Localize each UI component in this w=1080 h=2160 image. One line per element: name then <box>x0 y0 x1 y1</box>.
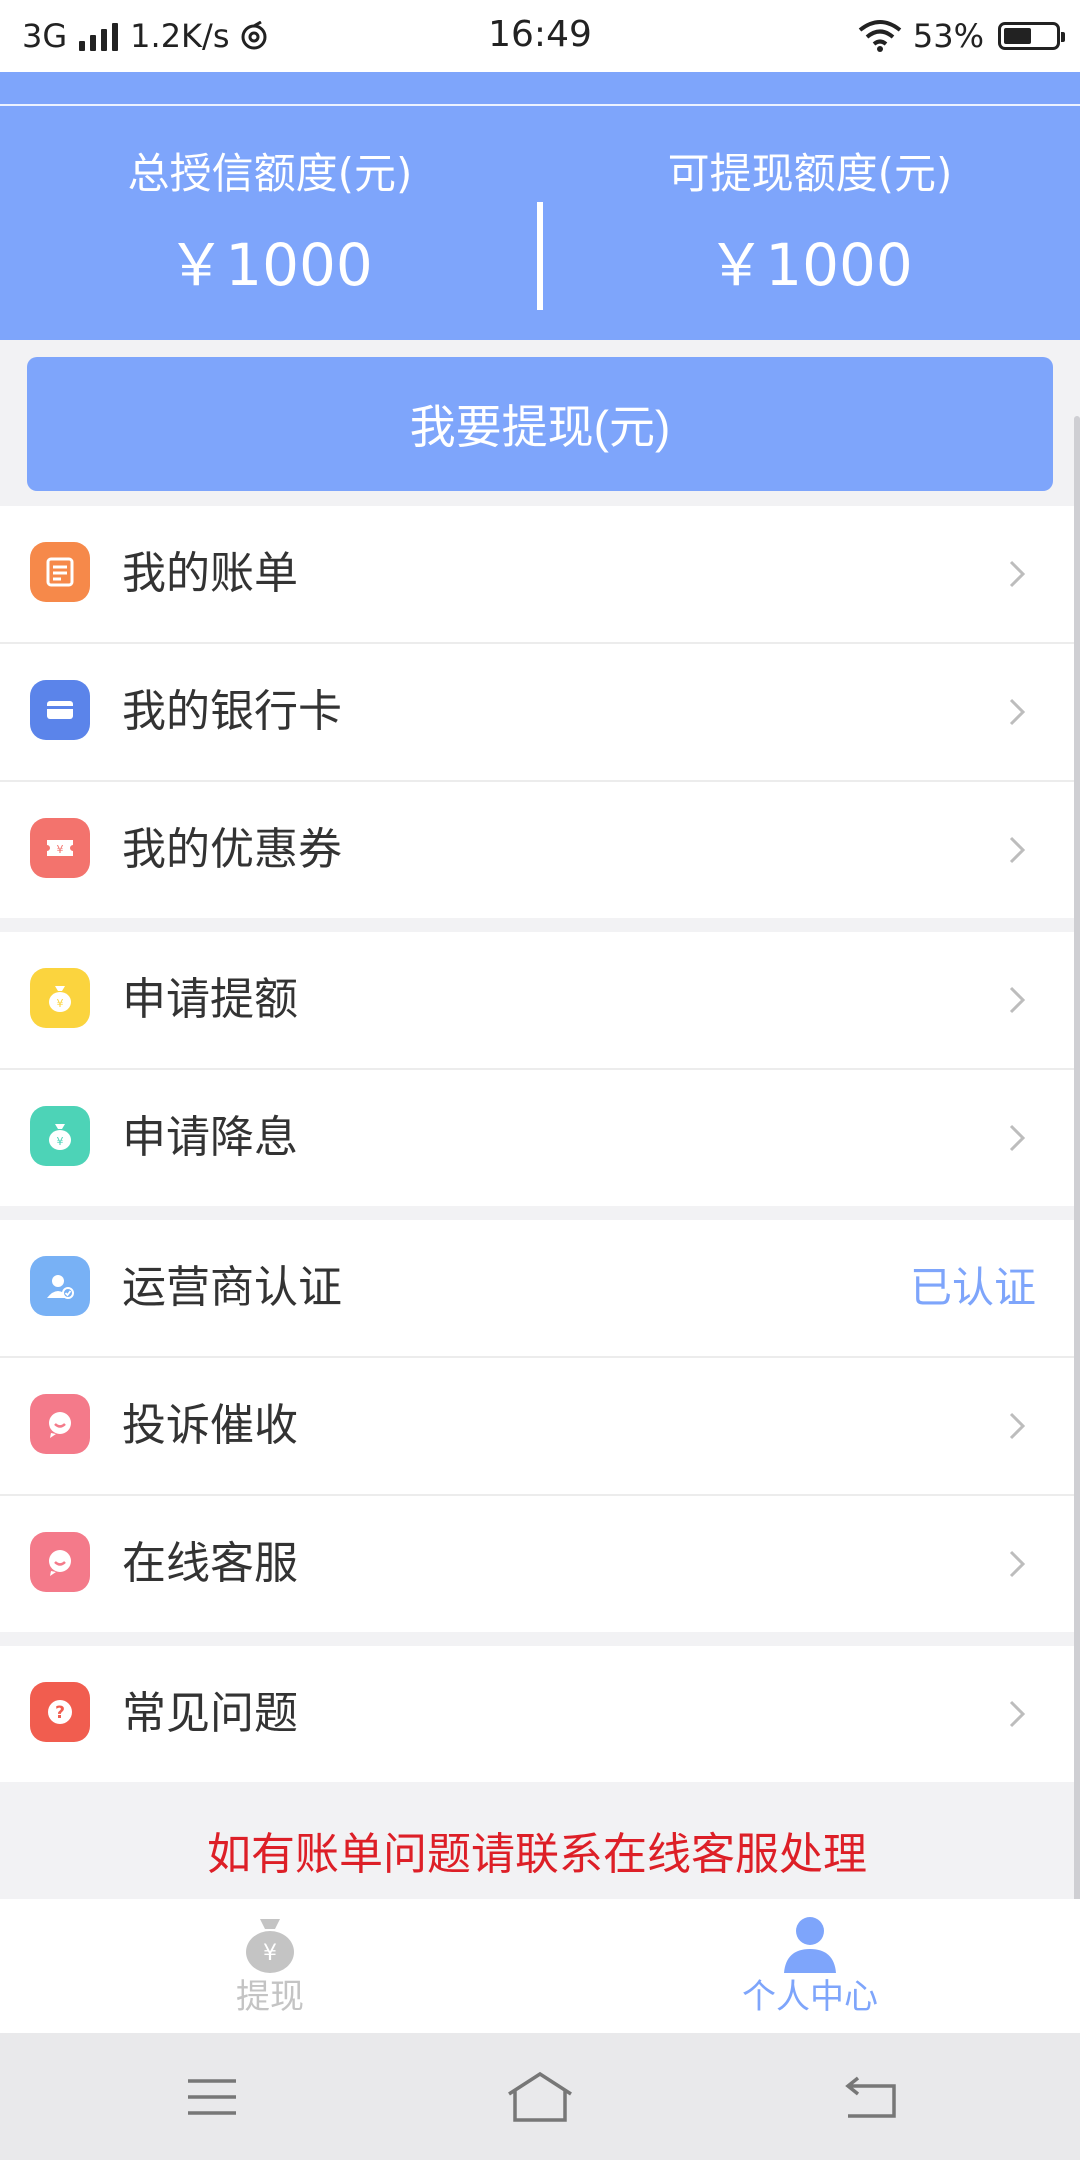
withdrawable-label: 可提现额度(元) <box>667 149 953 198</box>
total-credit-label: 总授信额度(元) <box>127 149 413 198</box>
menu-item-apply-credit-increase[interactable]: ¥ 申请提额 <box>0 932 1074 1070</box>
menu-item-my-coupons[interactable]: ¥ 我的优惠券 <box>0 782 1074 918</box>
svg-text:¥: ¥ <box>57 843 64 856</box>
menu-item-faq[interactable]: ? 常见问题 <box>0 1646 1074 1782</box>
menu-item-apply-interest-reduction[interactable]: ¥ 申请降息 <box>0 1070 1074 1206</box>
battery-icon <box>998 22 1065 50</box>
money-bag-icon: ¥ <box>30 968 90 1028</box>
question-icon: ? <box>30 1682 90 1742</box>
menu-item-label: 我的账单 <box>122 548 298 599</box>
chevron-right-icon <box>1009 986 1026 1014</box>
chat-icon <box>30 1532 90 1592</box>
menu-item-online-service[interactable]: 在线客服 <box>0 1496 1074 1632</box>
coupon-icon: ¥ <box>30 818 90 878</box>
battery-level <box>1004 28 1031 44</box>
wifi-icon <box>858 20 902 52</box>
menu-list: 我的账单 我的银行卡 ¥ 我的优惠券 ¥ 申请提额 ¥ 申请降息 运营商认证 已… <box>0 506 1074 1782</box>
total-credit-amount: ￥1000 <box>167 231 373 299</box>
chevron-right-icon <box>1009 1700 1026 1728</box>
chevron-right-icon <box>1009 1550 1026 1578</box>
svg-text:¥: ¥ <box>57 1135 64 1148</box>
menu-nav-button[interactable] <box>172 2067 252 2127</box>
tab-label: 提现 <box>236 1977 304 2017</box>
menu-item-my-bills[interactable]: 我的账单 <box>0 506 1074 644</box>
tab-personal-center[interactable]: 个人中心 <box>540 1899 1080 2033</box>
menu-icon <box>188 2079 236 2115</box>
svg-text:?: ? <box>55 1703 65 1723</box>
person-icon <box>784 1917 836 1973</box>
header-divider-line <box>0 104 1080 106</box>
chevron-right-icon <box>1009 698 1026 726</box>
menu-item-label: 运营商认证 <box>122 1262 342 1313</box>
chevron-right-icon <box>1009 1124 1026 1152</box>
user-verify-icon <box>30 1256 90 1316</box>
home-nav-button[interactable] <box>500 2067 580 2127</box>
money-bag-icon: ¥ <box>246 1919 294 1973</box>
chat-icon <box>30 1394 90 1454</box>
home-icon <box>508 2071 572 2122</box>
bottom-tab-bar: ¥ 提现 个人中心 <box>0 1899 1080 2033</box>
menu-item-label: 在线客服 <box>122 1538 298 1589</box>
total-credit-block: 总授信额度(元) ￥1000 <box>0 144 540 300</box>
svg-text:¥: ¥ <box>57 997 64 1010</box>
system-nav-bar <box>0 2033 1080 2160</box>
menu-item-label: 我的优惠券 <box>122 824 342 875</box>
tab-withdraw[interactable]: ¥ 提现 <box>0 1899 540 2033</box>
status-right: 53% <box>857 14 1065 58</box>
credit-summary-header: 总授信额度(元) ￥1000 可提现额度(元) ￥1000 <box>0 72 1080 340</box>
menu-item-label: 申请降息 <box>122 1112 298 1163</box>
menu-item-carrier-verification[interactable]: 运营商认证 已认证 <box>0 1220 1074 1358</box>
chevron-right-icon <box>1009 836 1026 864</box>
menu-item-label: 申请提额 <box>122 974 298 1025</box>
back-nav-button[interactable] <box>830 2067 910 2127</box>
withdrawable-block: 可提现额度(元) ￥1000 <box>540 144 1080 300</box>
menu-item-label: 我的银行卡 <box>122 686 342 737</box>
chevron-right-icon <box>1009 560 1026 588</box>
withdraw-button[interactable]: 我要提现(元) <box>27 357 1053 491</box>
verified-status: 已认证 <box>909 1263 1036 1312</box>
bill-icon <box>30 542 90 602</box>
withdrawable-amount: ￥1000 <box>707 231 913 299</box>
chevron-right-icon <box>1009 1412 1026 1440</box>
menu-item-label: 投诉催收 <box>122 1400 298 1451</box>
bank-card-icon <box>30 680 90 740</box>
menu-item-complaint-collection[interactable]: 投诉催收 <box>0 1358 1074 1496</box>
service-notice: 如有账单问题请联系在线客服处理 <box>207 1829 867 1880</box>
scrollbar[interactable] <box>1074 416 1080 1932</box>
money-bag-icon: ¥ <box>30 1106 90 1166</box>
tab-label: 个人中心 <box>742 1977 878 2017</box>
menu-item-label: 常见问题 <box>122 1688 298 1739</box>
status-bar: 3G 1.2K/s 16:49 53% <box>0 0 1080 72</box>
svg-text:¥: ¥ <box>263 1941 277 1966</box>
menu-item-my-bank-card[interactable]: 我的银行卡 <box>0 644 1074 782</box>
battery-percent: 53% <box>912 17 984 55</box>
back-icon <box>845 2076 896 2118</box>
